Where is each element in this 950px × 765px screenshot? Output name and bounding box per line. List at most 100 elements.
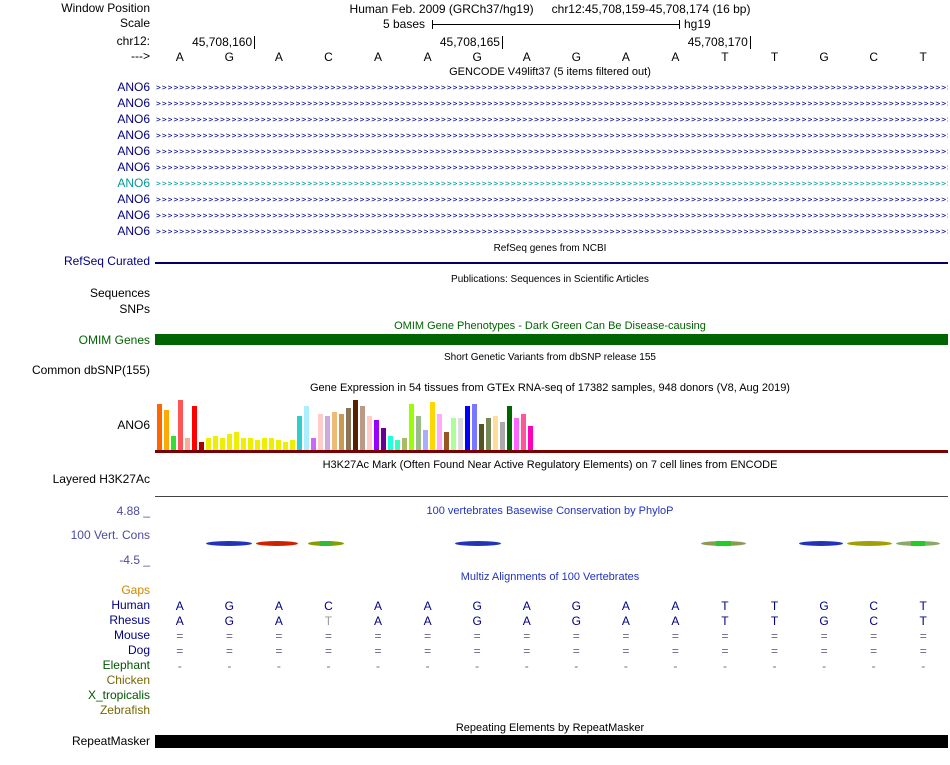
gene-label[interactable]: ANO6 <box>0 96 150 111</box>
gtex-tissue-bar[interactable] <box>185 438 190 450</box>
gene-arrow-line[interactable]: >>>>>>>>>>>>>>>>>>>>>>>>>>>>>>>>>>>>>>>>… <box>156 224 948 239</box>
gene-label[interactable]: ANO6 <box>0 160 150 175</box>
repeatmasker-label[interactable]: RepeatMasker <box>0 735 150 748</box>
gtex-tissue-bar[interactable] <box>507 406 512 450</box>
gtex-tissue-bar[interactable] <box>290 440 295 450</box>
gtex-tissue-bar[interactable] <box>402 438 407 450</box>
gtex-tissue-bar[interactable] <box>227 434 232 450</box>
gtex-tissue-bar[interactable] <box>234 432 239 450</box>
dbsnp-label[interactable]: Common dbSNP(155) <box>0 364 150 377</box>
gtex-tissue-bar[interactable] <box>374 420 379 450</box>
gtex-tissue-bar[interactable] <box>486 418 491 450</box>
gtex-tissue-bar[interactable] <box>339 414 344 450</box>
gtex-tissue-bar[interactable] <box>514 418 519 450</box>
gtex-tissue-bar[interactable] <box>367 416 372 450</box>
gene-label[interactable]: ANO6 <box>0 128 150 143</box>
repeatmasker-track-bar[interactable] <box>155 735 948 748</box>
phylop-mark[interactable] <box>455 541 501 546</box>
gtex-tissue-bar[interactable] <box>164 410 169 450</box>
gtex-tissue-bar[interactable] <box>220 438 225 450</box>
multiz-species-label[interactable]: Human <box>0 599 150 612</box>
gtex-tissue-bar[interactable] <box>444 432 449 450</box>
gene-arrow-line[interactable]: >>>>>>>>>>>>>>>>>>>>>>>>>>>>>>>>>>>>>>>>… <box>156 128 948 143</box>
gtex-tissue-bar[interactable] <box>472 404 477 450</box>
phylop-mark[interactable] <box>799 541 843 546</box>
multiz-species-label[interactable]: Chicken <box>0 674 150 687</box>
multiz-species-label[interactable]: Elephant <box>0 659 150 672</box>
gtex-tissue-bar[interactable] <box>521 414 526 450</box>
gtex-tissue-bar[interactable] <box>409 404 414 450</box>
gene-label[interactable]: ANO6 <box>0 144 150 159</box>
gtex-tissue-bar[interactable] <box>395 440 400 450</box>
gtex-tissue-bar[interactable] <box>346 408 351 450</box>
multiz-species-label[interactable]: X_tropicalis <box>0 689 150 702</box>
gtex-tissue-bar[interactable] <box>311 438 316 450</box>
gene-arrow-line[interactable]: >>>>>>>>>>>>>>>>>>>>>>>>>>>>>>>>>>>>>>>>… <box>156 176 948 191</box>
gene-arrow-line[interactable]: >>>>>>>>>>>>>>>>>>>>>>>>>>>>>>>>>>>>>>>>… <box>156 80 948 95</box>
refseq-curated-label[interactable]: RefSeq Curated <box>0 255 150 268</box>
gtex-tissue-bar[interactable] <box>332 412 337 450</box>
phylop-mark[interactable] <box>847 541 892 546</box>
conservation-track-label[interactable]: 100 Vert. Cons <box>0 529 150 542</box>
multiz-species-label[interactable]: Mouse <box>0 629 150 642</box>
gtex-tissue-bar[interactable] <box>178 400 183 450</box>
phylop-mark[interactable] <box>701 541 746 546</box>
gtex-tissue-bar[interactable] <box>360 406 365 450</box>
gtex-tissue-bar[interactable] <box>283 442 288 450</box>
omim-genes-label[interactable]: OMIM Genes <box>0 334 150 347</box>
multiz-species-label[interactable]: Dog <box>0 644 150 657</box>
gene-arrow-line[interactable]: >>>>>>>>>>>>>>>>>>>>>>>>>>>>>>>>>>>>>>>>… <box>156 96 948 111</box>
gtex-tissue-bar[interactable] <box>528 426 533 450</box>
gtex-tissue-bar[interactable] <box>423 430 428 450</box>
gene-label[interactable]: ANO6 <box>0 80 150 95</box>
gtex-tissue-bar[interactable] <box>262 438 267 450</box>
gene-label[interactable]: ANO6 <box>0 208 150 223</box>
gtex-tissue-bar[interactable] <box>255 440 260 450</box>
gtex-tissue-bar[interactable] <box>430 402 435 450</box>
gtex-tissue-bar[interactable] <box>353 400 358 450</box>
gtex-tissue-bar[interactable] <box>381 428 386 450</box>
gtex-tissue-bar[interactable] <box>297 416 302 450</box>
gtex-tissue-bar[interactable] <box>458 418 463 450</box>
gene-arrow-line[interactable]: >>>>>>>>>>>>>>>>>>>>>>>>>>>>>>>>>>>>>>>>… <box>156 160 948 175</box>
multiz-species-label[interactable]: Gaps <box>0 584 150 597</box>
gene-label[interactable]: ANO6 <box>0 224 150 239</box>
gtex-tissue-bar[interactable] <box>192 406 197 450</box>
gtex-tissue-bar[interactable] <box>318 414 323 450</box>
gtex-tissue-bar[interactable] <box>493 416 498 450</box>
multiz-species-label[interactable]: Rhesus <box>0 614 150 627</box>
multiz-species-label[interactable]: Zebrafish <box>0 704 150 717</box>
h3k27ac-track-line[interactable] <box>155 496 948 497</box>
gtex-tissue-bar[interactable] <box>479 424 484 450</box>
gtex-gene-label[interactable]: ANO6 <box>0 419 150 432</box>
gtex-tissue-bar[interactable] <box>465 406 470 450</box>
gene-label[interactable]: ANO6 <box>0 192 150 207</box>
snps-label[interactable]: SNPs <box>0 303 150 316</box>
phylop-mark[interactable] <box>308 541 344 546</box>
gtex-tissue-bar[interactable] <box>325 416 330 450</box>
phylop-mark[interactable] <box>206 541 252 546</box>
gene-arrow-line[interactable]: >>>>>>>>>>>>>>>>>>>>>>>>>>>>>>>>>>>>>>>>… <box>156 144 948 159</box>
gtex-tissue-bar[interactable] <box>304 406 309 450</box>
gtex-tissue-bar[interactable] <box>500 422 505 450</box>
gtex-tissue-bar[interactable] <box>388 436 393 450</box>
gtex-tissue-bar[interactable] <box>416 416 421 450</box>
gtex-tissue-bar[interactable] <box>269 438 274 450</box>
gene-label[interactable]: ANO6 <box>0 176 150 191</box>
sequences-label[interactable]: Sequences <box>0 287 150 300</box>
gtex-baseline[interactable] <box>155 450 948 453</box>
gene-arrow-line[interactable]: >>>>>>>>>>>>>>>>>>>>>>>>>>>>>>>>>>>>>>>>… <box>156 208 948 223</box>
gtex-tissue-bar[interactable] <box>206 438 211 450</box>
gtex-tissue-bar[interactable] <box>248 438 253 450</box>
gtex-tissue-bar[interactable] <box>437 414 442 450</box>
gtex-tissue-bar[interactable] <box>199 442 204 450</box>
refseq-track-line[interactable] <box>155 262 948 264</box>
phylop-mark[interactable] <box>256 541 298 546</box>
gene-arrow-line[interactable]: >>>>>>>>>>>>>>>>>>>>>>>>>>>>>>>>>>>>>>>>… <box>156 112 948 127</box>
phylop-mark[interactable] <box>896 541 940 546</box>
gene-label[interactable]: ANO6 <box>0 112 150 127</box>
gtex-tissue-bar[interactable] <box>276 440 281 450</box>
gene-arrow-line[interactable]: >>>>>>>>>>>>>>>>>>>>>>>>>>>>>>>>>>>>>>>>… <box>156 192 948 207</box>
h3k27ac-label[interactable]: Layered H3K27Ac <box>0 473 150 486</box>
gtex-tissue-bar[interactable] <box>241 438 246 450</box>
